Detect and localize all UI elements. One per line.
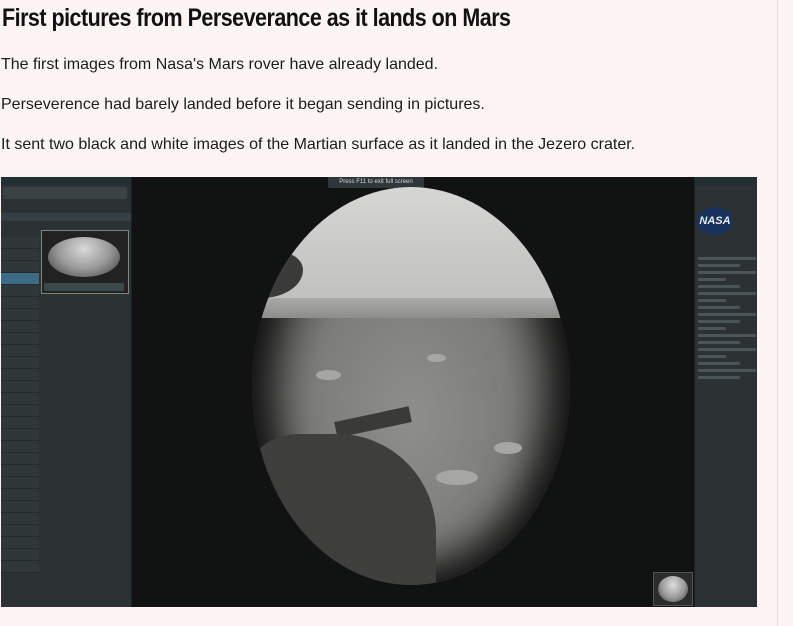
rock xyxy=(493,441,523,454)
left-panel-search-field xyxy=(3,187,127,199)
image-viewer: Press F11 to exit full screen xyxy=(132,177,694,607)
paragraph-3: It sent two black and white images of th… xyxy=(1,136,636,153)
rock xyxy=(436,469,478,486)
rock xyxy=(315,370,342,381)
metadata-list xyxy=(698,253,756,383)
thumbnail-caption xyxy=(44,283,124,291)
left-panel-titlebar xyxy=(1,177,131,185)
left-panel-toolbar xyxy=(1,213,131,221)
thumbnail-image xyxy=(48,237,120,277)
page-right-divider xyxy=(777,0,778,626)
left-panel-list xyxy=(1,237,39,607)
rover-shadow-arm xyxy=(333,406,412,438)
paragraph-2: Perseverence had barely landed before it… xyxy=(1,96,485,113)
paragraph-1: The first images from Nasa's Mars rover … xyxy=(1,56,439,73)
nasa-logo: NASA xyxy=(697,207,733,235)
article-photo: Press F11 to exit full screen NASA xyxy=(1,177,757,607)
right-panel-titlebar xyxy=(695,177,757,185)
rock xyxy=(426,354,446,363)
article-headline: First pictures from Perseverance as it l… xyxy=(2,4,511,32)
sky-area xyxy=(252,187,570,307)
image-browser-left-panel xyxy=(1,177,132,607)
rover-shadow xyxy=(252,433,437,585)
minimap-image xyxy=(658,576,688,602)
selected-image-thumbnail xyxy=(41,230,129,294)
image-minimap xyxy=(653,572,693,606)
image-info-right-panel: NASA xyxy=(694,177,757,607)
mars-surface-fisheye-image xyxy=(252,187,570,585)
horizon-band xyxy=(252,298,570,319)
